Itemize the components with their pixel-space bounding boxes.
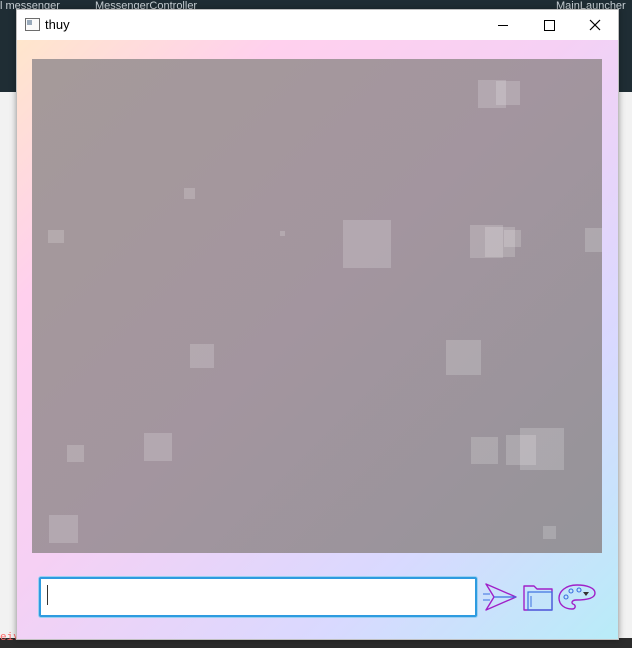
decor-square xyxy=(280,231,285,236)
minimize-icon xyxy=(498,24,508,26)
close-icon xyxy=(589,19,601,31)
title-bar[interactable]: thuy xyxy=(17,10,618,40)
decor-square xyxy=(48,230,64,243)
folder-icon xyxy=(523,585,553,611)
decor-square xyxy=(343,220,391,268)
decor-square xyxy=(184,188,195,199)
window-title: thuy xyxy=(45,17,70,32)
background-right-panel xyxy=(617,92,632,640)
palette-icon xyxy=(558,584,596,610)
close-button[interactable] xyxy=(572,10,618,40)
send-icon xyxy=(483,583,517,611)
minimize-button[interactable] xyxy=(480,10,526,40)
background-left-panel xyxy=(0,92,16,640)
decor-square xyxy=(144,433,172,461)
decor-square xyxy=(496,81,520,105)
theme-button[interactable] xyxy=(557,580,596,614)
maximize-icon xyxy=(543,19,555,31)
chat-window: thuy xyxy=(16,9,619,640)
decor-square xyxy=(504,230,521,247)
decor-square xyxy=(471,437,498,464)
decor-square xyxy=(446,340,481,375)
decor-square xyxy=(585,228,602,252)
attach-file-button[interactable] xyxy=(521,580,557,614)
decor-square xyxy=(190,344,214,368)
decor-square xyxy=(49,515,78,543)
decor-square xyxy=(543,526,556,539)
decor-square xyxy=(67,445,84,462)
decor-square xyxy=(520,428,564,470)
message-input[interactable] xyxy=(39,577,477,617)
message-area[interactable] xyxy=(32,59,602,553)
text-caret xyxy=(47,585,48,605)
send-button[interactable] xyxy=(483,580,519,614)
window-content xyxy=(17,40,618,639)
maximize-button[interactable] xyxy=(526,10,572,40)
app-icon xyxy=(25,18,40,31)
